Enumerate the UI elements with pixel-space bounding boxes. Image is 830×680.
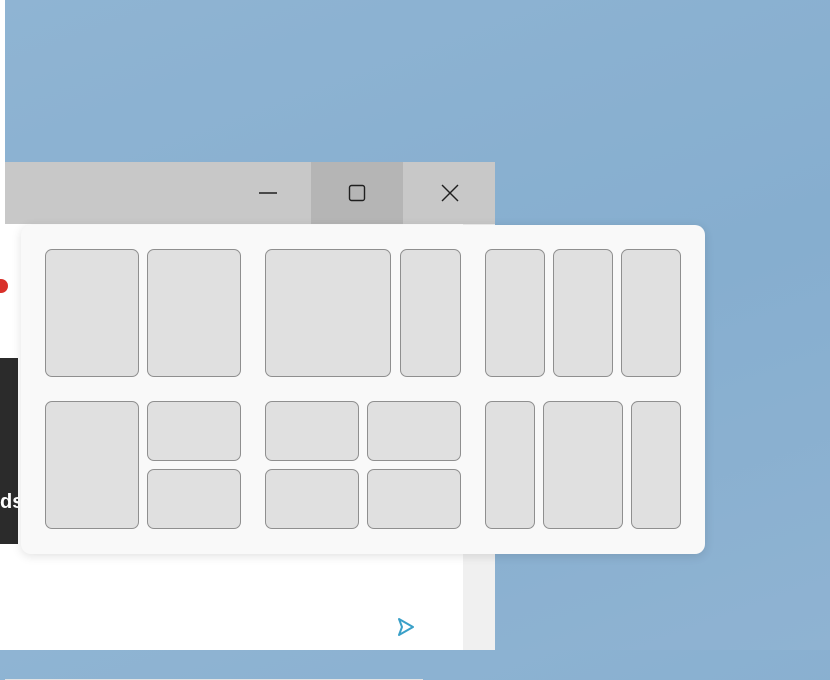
snap-zone-top-right[interactable]	[367, 401, 461, 461]
maximize-button[interactable]	[311, 162, 403, 224]
title-bar[interactable]	[5, 162, 495, 224]
snap-zone-top-left[interactable]	[265, 401, 359, 461]
snap-zone-bottom-right[interactable]	[367, 469, 461, 529]
snap-zone-wide-center[interactable]	[543, 401, 623, 529]
snap-zone-right-bottom[interactable]	[147, 469, 241, 529]
dark-content-block	[0, 358, 18, 544]
snap-zone-column-left[interactable]	[485, 249, 545, 377]
maximize-icon	[348, 184, 366, 202]
send-icon[interactable]	[392, 614, 418, 640]
minimize-icon	[259, 192, 277, 194]
snap-layouts-panel	[21, 225, 705, 554]
snap-zone-narrow-right[interactable]	[400, 249, 461, 377]
snap-zone-wide-left[interactable]	[265, 249, 391, 377]
snap-zone-narrow-right-col[interactable]	[631, 401, 681, 529]
minimize-button[interactable]	[245, 162, 291, 224]
send-icon-glyph	[398, 618, 414, 636]
snap-zone-bottom-left[interactable]	[265, 469, 359, 529]
snap-zone-right-top[interactable]	[147, 401, 241, 461]
close-icon	[441, 184, 459, 202]
snap-zone-narrow-left[interactable]	[485, 401, 535, 529]
partial-heading-text: ds	[0, 491, 24, 513]
snap-zone-column-center[interactable]	[553, 249, 613, 377]
close-button[interactable]	[427, 162, 473, 224]
snap-zone-left-tall[interactable]	[45, 401, 139, 529]
snap-zone-right-half[interactable]	[147, 249, 241, 377]
snap-zone-column-right[interactable]	[621, 249, 681, 377]
snap-zone-left-half[interactable]	[45, 249, 139, 377]
